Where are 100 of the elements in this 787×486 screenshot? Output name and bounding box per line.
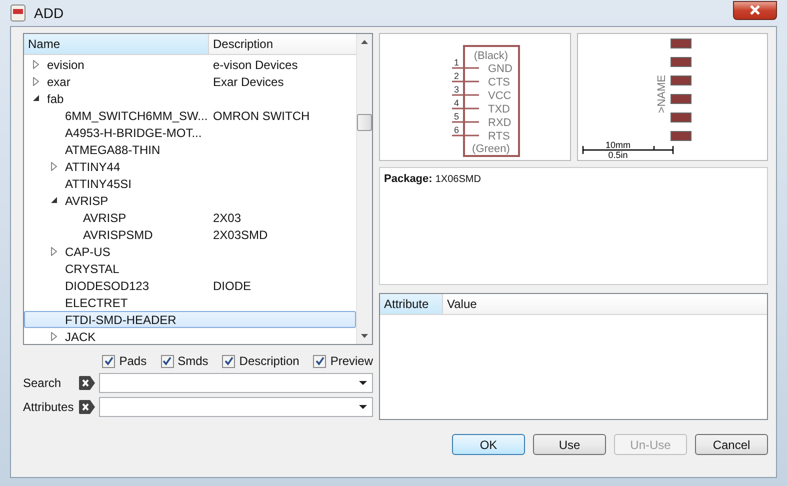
item-name: fab <box>47 92 65 106</box>
item-name: AVRISP <box>83 210 128 224</box>
tree-row[interactable]: AVRISPSMD 2X03SMD <box>24 226 356 243</box>
window-title: ADD <box>34 5 64 21</box>
item-name: CAP-US <box>65 244 112 258</box>
tree-row[interactable]: CRYSTAL <box>24 260 356 277</box>
close-icon[interactable] <box>749 5 761 15</box>
checkbox[interactable] <box>222 354 236 368</box>
pin-number: 1 <box>454 58 460 68</box>
dialog-button[interactable]: OK <box>452 434 525 455</box>
collapsed-arrow-icon[interactable] <box>51 332 57 341</box>
clear-icon[interactable] <box>79 376 95 390</box>
scroll-up-icon[interactable] <box>361 40 368 44</box>
package-text: Package: 1X06SMD <box>384 173 481 185</box>
tree-row[interactable]: AVRISP 2X03 <box>24 209 356 226</box>
pin-line <box>452 108 479 110</box>
item-description: DIODE <box>213 278 252 292</box>
field-label: Search <box>23 376 62 390</box>
pin-name: RXD <box>488 117 512 129</box>
item-description: Exar Devices <box>213 74 284 88</box>
pin-name: VCC <box>488 90 512 102</box>
collapsed-arrow-icon[interactable] <box>33 60 39 69</box>
expanded-arrow-icon[interactable] <box>51 197 58 204</box>
pin-name: CTS <box>488 76 510 88</box>
scrollbar[interactable] <box>356 34 372 344</box>
pin-name: GND <box>488 63 512 75</box>
scale-label: 0.5in <box>608 150 628 160</box>
tree-row[interactable]: A4953-H-BRIDGE-MOT... <box>24 124 356 141</box>
checkbox-label: Smds <box>178 354 208 368</box>
item-name: AVRISPSMD <box>83 228 154 242</box>
item-name: FTDI-SMD-HEADER <box>65 312 178 326</box>
item-name: ATMEGA88-THIN <box>65 142 162 156</box>
checkbox-label: Description <box>239 354 300 368</box>
item-name: DIODESOD123 <box>65 278 150 292</box>
pin-number: 2 <box>454 71 460 81</box>
item-description: OMRON SWITCH <box>213 108 310 122</box>
item-description: e-vison Devices <box>213 58 298 72</box>
combo-field[interactable] <box>99 373 373 393</box>
tree-row[interactable]: ELECTRET <box>24 294 356 311</box>
pin-number: 6 <box>454 125 460 135</box>
expanded-arrow-icon[interactable] <box>33 95 40 102</box>
item-name: exar <box>47 74 72 88</box>
pin-name: TXD <box>488 104 510 116</box>
pin-line <box>452 134 479 136</box>
tree-row[interactable]: ATMEGA88-THIN <box>24 141 356 158</box>
tree-row[interactable]: 6MM_SWITCH6MM_SW... OMRON SWITCH <box>24 107 356 124</box>
item-name: evision <box>47 58 86 72</box>
tree-row[interactable]: evision e-vison Devices <box>24 56 356 73</box>
item-name: JACK <box>65 330 97 344</box>
pin-number: 3 <box>454 84 460 94</box>
pin-name: RTS <box>488 130 510 142</box>
dropdown-caret-icon[interactable] <box>359 381 367 385</box>
collapsed-arrow-icon[interactable] <box>33 77 39 86</box>
symbol-label: (Black) <box>474 50 508 62</box>
field-label: Attributes <box>23 400 75 414</box>
tree-row[interactable]: ATTINY44 <box>24 158 356 175</box>
tree-row[interactable]: ATTINY45SI <box>24 175 356 192</box>
pin-line <box>452 80 479 82</box>
name-label: >NAME <box>656 74 668 114</box>
scroll-down-icon[interactable] <box>361 334 368 338</box>
column-header[interactable]: Name <box>24 34 209 54</box>
tree-row[interactable]: AVRISP <box>24 192 356 209</box>
item-name: 6MM_SWITCH6MM_SW... <box>65 108 209 122</box>
tree-row[interactable]: fab <box>24 90 356 107</box>
collapsed-arrow-icon[interactable] <box>51 162 57 171</box>
column-header[interactable]: Attribute <box>380 294 443 314</box>
pin-line <box>452 67 479 69</box>
dialog-button[interactable]: Cancel <box>695 434 768 455</box>
collapsed-arrow-icon[interactable] <box>51 247 57 256</box>
tree-row[interactable]: DIODESOD123 DIODE <box>24 277 356 294</box>
item-name: ATTINY45SI <box>65 176 132 190</box>
item-name: ELECTRET <box>65 296 129 310</box>
dialog-button[interactable]: Use <box>533 434 606 455</box>
column-header[interactable]: Value <box>443 294 767 314</box>
clear-icon[interactable] <box>79 400 95 414</box>
item-name: CRYSTAL <box>65 262 120 276</box>
checkbox[interactable] <box>313 354 326 368</box>
item-description: 2X03 <box>213 210 242 224</box>
checkbox[interactable] <box>102 354 116 368</box>
item-description: 2X03SMD <box>213 228 268 242</box>
app-icon <box>10 4 26 22</box>
combo-field[interactable] <box>99 397 373 417</box>
pin-line <box>452 121 479 123</box>
item-name: A4953-H-BRIDGE-MOT... <box>65 126 203 140</box>
checkbox[interactable] <box>160 354 174 368</box>
tree-row[interactable]: CAP-US <box>24 243 356 260</box>
pin-number: 5 <box>454 112 460 122</box>
item-name: AVRISP <box>65 194 110 208</box>
tree-row[interactable]: FTDI-SMD-HEADER <box>24 311 356 328</box>
pin-line <box>452 94 479 96</box>
tree-row[interactable]: JACK <box>24 328 356 344</box>
checkbox-label: Pads <box>119 354 147 368</box>
close-button[interactable] <box>733 0 777 20</box>
checkbox-label: Preview <box>330 354 373 368</box>
item-name: ATTINY44 <box>65 160 122 174</box>
scroll-thumb[interactable] <box>357 114 372 131</box>
column-header[interactable]: Description <box>209 34 356 54</box>
dropdown-caret-icon[interactable] <box>359 405 367 409</box>
tree-row[interactable]: exar Exar Devices <box>24 73 356 90</box>
symbol-label: (Green) <box>472 143 510 155</box>
